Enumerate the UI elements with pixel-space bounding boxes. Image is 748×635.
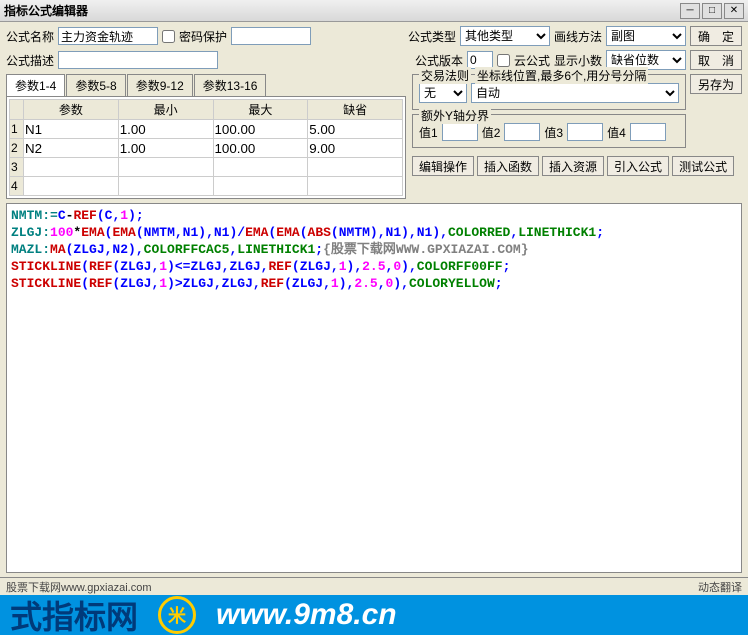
table-row: 3 — [10, 158, 403, 177]
param-min-input[interactable] — [120, 159, 212, 175]
table-row: 2 — [10, 139, 403, 158]
insert-res-button[interactable]: 插入资源 — [542, 156, 604, 176]
ok-button[interactable]: 确 定 — [690, 26, 742, 46]
table-row: 4 — [10, 177, 403, 196]
col-max: 最大 — [213, 100, 308, 120]
param-name-input[interactable] — [25, 121, 117, 137]
edit-ops-button[interactable]: 编辑操作 — [412, 156, 474, 176]
pwd-checkbox[interactable] — [162, 30, 175, 43]
param-min-input[interactable] — [120, 121, 212, 137]
cloud-checkbox[interactable] — [497, 54, 510, 67]
col-def: 缺省 — [308, 100, 403, 120]
trade-rule-group: 交易法则 坐标线位置,最多6个,用分号分隔 无 自动 — [412, 74, 686, 110]
axis-v3-input[interactable] — [567, 123, 603, 141]
table-row: 1 — [10, 120, 403, 139]
window-title: 指标公式编辑器 — [4, 2, 678, 19]
param-max-input[interactable] — [215, 159, 307, 175]
test-formula-button[interactable]: 测试公式 — [672, 156, 734, 176]
param-name-input[interactable] — [25, 140, 117, 156]
tab-params-9-12[interactable]: 参数9-12 — [127, 74, 193, 96]
trade-hint: 坐标线位置,最多6个,用分号分隔 — [475, 67, 648, 84]
name-label: 公式名称 — [6, 28, 54, 45]
ver-label: 公式版本 — [415, 52, 463, 69]
col-param: 参数 — [24, 100, 119, 120]
pwd-label: 密码保护 — [179, 28, 227, 45]
param-tabs: 参数1-4 参数5-8 参数9-12 参数13-16 — [6, 74, 406, 96]
param-max-input[interactable] — [215, 178, 307, 194]
pwd-input[interactable] — [231, 27, 311, 45]
ad-banner: 式指标网 米 www.9m8.cn — [0, 595, 748, 635]
axis-v4-input[interactable] — [630, 123, 666, 141]
status-left: 股票下载网www.gpxiazai.com — [6, 579, 698, 594]
minimize-button[interactable]: ─ — [680, 3, 700, 19]
ad-logo-icon: 米 — [158, 596, 196, 634]
param-grid: 参数 最小 最大 缺省 1 2 — [6, 96, 406, 199]
param-name-input[interactable] — [25, 159, 117, 175]
saveas-button[interactable]: 另存为 — [690, 74, 742, 94]
tab-params-13-16[interactable]: 参数13-16 — [194, 74, 267, 96]
type-label: 公式类型 — [408, 28, 456, 45]
maximize-button[interactable]: □ — [702, 3, 722, 19]
param-def-input[interactable] — [309, 121, 401, 137]
param-def-input[interactable] — [309, 159, 401, 175]
param-def-input[interactable] — [309, 140, 401, 156]
desc-label: 公式描述 — [6, 52, 54, 69]
draw-label: 画线方法 — [554, 28, 602, 45]
close-button[interactable]: ✕ — [724, 3, 744, 19]
param-max-input[interactable] — [215, 140, 307, 156]
ad-url: www.9m8.cn — [216, 598, 397, 632]
name-input[interactable] — [58, 27, 158, 45]
tab-params-5-8[interactable]: 参数5-8 — [66, 74, 125, 96]
status-right: 动态翻译 — [698, 579, 742, 594]
axis-v2-input[interactable] — [504, 123, 540, 141]
type-select[interactable]: 其他类型 — [460, 26, 550, 46]
ad-text: 式指标网 — [10, 595, 138, 635]
param-min-input[interactable] — [120, 178, 212, 194]
trade-sel1[interactable]: 无 — [419, 83, 467, 103]
extra-axis-title: 额外Y轴分界 — [419, 107, 491, 124]
draw-select[interactable]: 副图 — [606, 26, 686, 46]
param-max-input[interactable] — [215, 121, 307, 137]
import-formula-button[interactable]: 引入公式 — [607, 156, 669, 176]
param-min-input[interactable] — [120, 140, 212, 156]
desc-input[interactable] — [58, 51, 218, 69]
col-min: 最小 — [118, 100, 213, 120]
param-name-input[interactable] — [25, 178, 117, 194]
dec-label: 显示小数 — [554, 52, 602, 69]
param-def-input[interactable] — [309, 178, 401, 194]
insert-func-button[interactable]: 插入函数 — [477, 156, 539, 176]
trade-title: 交易法则 — [419, 67, 471, 84]
cloud-label: 云公式 — [514, 52, 550, 69]
cancel-button[interactable]: 取 消 — [690, 50, 742, 70]
axis-v1-input[interactable] — [442, 123, 478, 141]
status-bar: 股票下载网www.gpxiazai.com 动态翻译 — [0, 577, 748, 595]
extra-axis-group: 额外Y轴分界 值1 值2 值3 值4 — [412, 114, 686, 148]
code-editor[interactable]: NMTM:=C-REF(C,1); ZLGJ:100*EMA(EMA(NMTM,… — [6, 203, 742, 573]
trade-sel2[interactable]: 自动 — [471, 83, 679, 103]
title-bar: 指标公式编辑器 ─ □ ✕ — [0, 0, 748, 22]
tab-params-1-4[interactable]: 参数1-4 — [6, 74, 65, 96]
